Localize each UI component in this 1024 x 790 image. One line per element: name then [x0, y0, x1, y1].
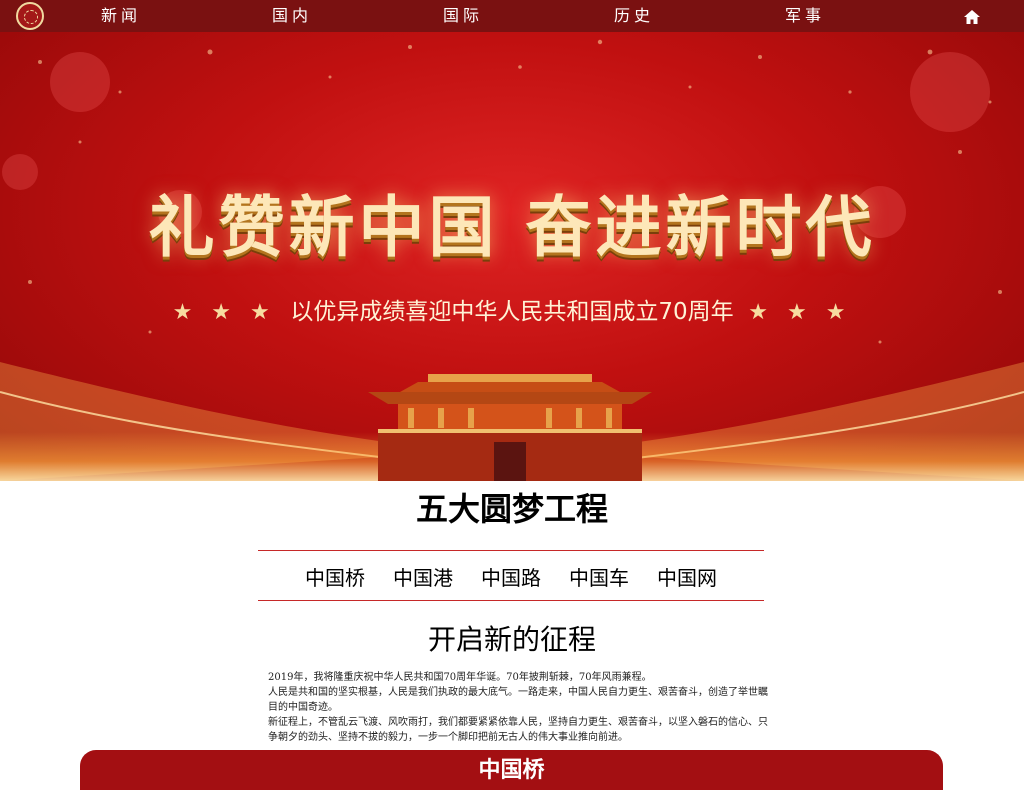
tab-china-port[interactable]: 中国港 [393, 562, 453, 594]
tab-china-road[interactable]: 中国路 [481, 562, 541, 594]
stars-right-icon: ★ ★ ★ [748, 300, 852, 325]
article-paragraph: 新征程上，不管乱云飞渡、风吹雨打，我们都要紧紧依靠人民，坚持自力更生、艰苦奋斗，… [268, 717, 768, 743]
card-title: 中国桥 [478, 758, 545, 783]
site-logo[interactable] [16, 2, 44, 30]
tab-china-network[interactable]: 中国网 [657, 562, 717, 594]
nav-item-history[interactable]: 历史 [614, 0, 654, 32]
divider-top [258, 550, 764, 551]
article-paragraph: 人民是共和国的坚实根基，人民是我们执政的最大底气。一路走来，中国人民自力更生、艰… [268, 687, 768, 713]
stars-left-icon: ★ ★ ★ [172, 300, 276, 325]
tab-china-train[interactable]: 中国车 [569, 562, 629, 594]
divider-bottom [258, 600, 764, 601]
banner-headline: 礼赞新中国 奋进新时代 [148, 189, 876, 266]
article-body: 2019年，我将隆重庆祝中华人民共和国70周年华诞。70年披荆斩棘，70年风雨兼… [268, 670, 768, 745]
nav-item-military[interactable]: 军事 [785, 0, 825, 32]
china-bridge-card[interactable]: 中国桥 [80, 750, 943, 790]
nav-item-domestic[interactable]: 国内 [272, 0, 312, 32]
project-tabs: 中国桥 中国港 中国路 中国车 中国网 [258, 562, 764, 594]
nav-item-news[interactable]: 新闻 [101, 0, 141, 32]
banner-subtitle-text: 以优异成绩喜迎中华人民共和国成立70周年 [290, 299, 734, 325]
tiananmen-gate-illustration [368, 374, 652, 481]
hero-banner: 礼赞新中国 奋进新时代 ★ ★ ★ 以优异成绩喜迎中华人民共和国成立70周年 ★… [0, 32, 1024, 481]
article-heading: 开启新的征程 [427, 623, 596, 656]
home-icon[interactable] [963, 9, 981, 25]
top-nav-bar: 新闻 国内 国际 历史 军事 [0, 0, 1024, 32]
article-paragraph: 2019年，我将隆重庆祝中华人民共和国70周年华诞。70年披荆斩棘，70年风雨兼… [268, 672, 652, 683]
section-title: 五大圆梦工程 [415, 490, 608, 528]
banner-subheadline: ★ ★ ★ 以优异成绩喜迎中华人民共和国成立70周年 ★ ★ ★ [0, 292, 1024, 326]
nav-item-international[interactable]: 国际 [443, 0, 483, 32]
tab-china-bridge[interactable]: 中国桥 [305, 562, 365, 594]
